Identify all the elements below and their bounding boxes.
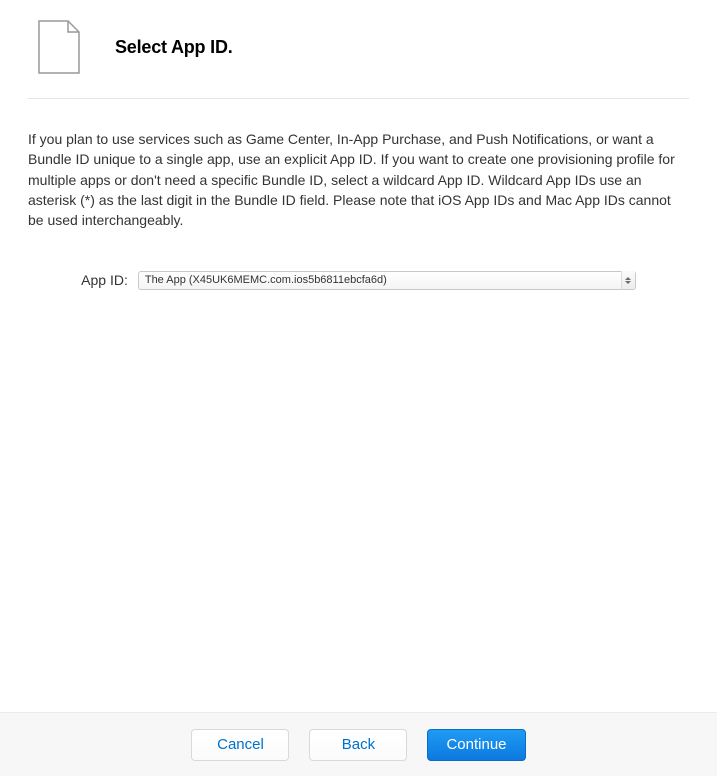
continue-button[interactable]: Continue: [427, 729, 525, 761]
document-icon: [38, 20, 80, 74]
header-section: Select App ID.: [28, 20, 689, 99]
footer-bar: Cancel Back Continue: [0, 712, 717, 776]
back-button[interactable]: Back: [309, 729, 407, 761]
page-title: Select App ID.: [115, 37, 233, 58]
description-text: If you plan to use services such as Game…: [28, 129, 689, 230]
app-id-select[interactable]: The App (X45UK6MEMC.com.ios5b6811ebcfa6d…: [138, 271, 636, 290]
app-id-label: App ID:: [81, 272, 128, 288]
app-id-row: App ID: The App (X45UK6MEMC.com.ios5b681…: [28, 270, 689, 290]
cancel-button[interactable]: Cancel: [191, 729, 289, 761]
app-id-select-wrapper: The App (X45UK6MEMC.com.ios5b6811ebcfa6d…: [138, 270, 636, 290]
